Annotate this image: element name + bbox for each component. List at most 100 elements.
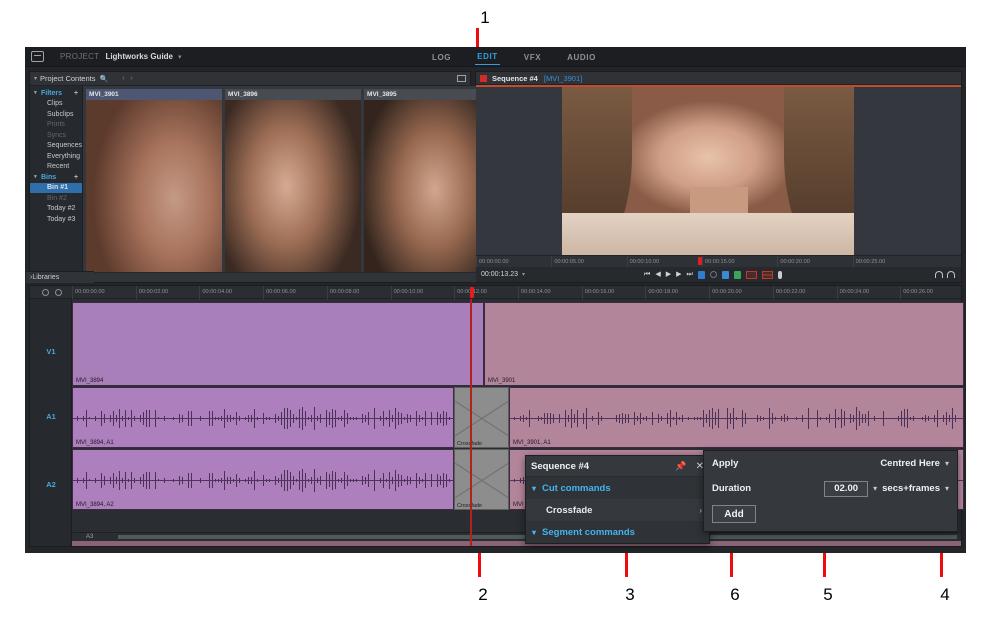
- zoom-out-icon[interactable]: [42, 289, 49, 296]
- tree-item-today-2[interactable]: Today #2: [30, 204, 82, 215]
- tab-audio[interactable]: AUDIO: [565, 50, 598, 65]
- tree-item-sequences[interactable]: Sequences: [30, 141, 82, 152]
- viewer-timecode[interactable]: 00:00:13.23: [481, 271, 518, 278]
- tree-item-prints[interactable]: Prints: [30, 120, 82, 131]
- mark-ring-icon[interactable]: [709, 271, 717, 278]
- waveform-bar: [407, 476, 408, 485]
- waveform-bar: [724, 418, 725, 419]
- voiceover-mic-icon[interactable]: [777, 270, 782, 279]
- tree-item-subclips[interactable]: Subclips: [30, 109, 82, 120]
- skip-to-end-icon[interactable]: ⏭: [686, 271, 692, 278]
- waveform-bar: [913, 416, 914, 421]
- thumbnail-card[interactable]: MVI_3896: [225, 89, 362, 279]
- pin-icon[interactable]: 📌: [675, 461, 686, 472]
- waveform-bar: [173, 417, 174, 420]
- tree-item-bin-1[interactable]: Bin #1: [30, 182, 83, 193]
- chevron-down-icon[interactable]: ▾: [34, 75, 37, 82]
- viewer-timecode-ruler[interactable]: 00:00:00.00 00:00:05.00 00:00:10.00 00:00:1…: [476, 255, 961, 268]
- chevron-down-icon[interactable]: ▾: [178, 53, 182, 61]
- timeline-ruler[interactable]: 00:00:00.00 00:00:02.00 00:00:04.00 00:00:0…: [30, 286, 961, 299]
- project-name[interactable]: Lightworks Guide: [105, 52, 173, 61]
- duration-row: Duration 02.00 ▾ secs+frames ▾: [704, 476, 957, 501]
- timeline-clip[interactable]: MVI_3894: [72, 302, 484, 386]
- waveform-bar: [320, 413, 321, 424]
- tree-item-everything[interactable]: Everything: [30, 151, 82, 162]
- exit-app-icon[interactable]: [31, 51, 44, 62]
- headphone-right-icon[interactable]: [947, 271, 955, 278]
- tree-item-bins[interactable]: ▾ Bins +: [30, 172, 82, 183]
- zoom-in-icon[interactable]: [55, 289, 62, 296]
- search-icon[interactable]: 🔍: [99, 75, 108, 83]
- insert-icon[interactable]: [761, 270, 773, 279]
- chevron-down-icon[interactable]: ▾: [522, 271, 525, 278]
- nav-forward-icon[interactable]: ›: [131, 75, 133, 82]
- tree-item-filters[interactable]: ▾ Filters +: [30, 88, 82, 99]
- tab-edit[interactable]: EDIT: [475, 49, 500, 65]
- waveform-bar: [395, 470, 396, 491]
- chevron-down-icon[interactable]: ▾: [873, 484, 877, 493]
- waveform-bar: [167, 479, 168, 482]
- waveform-bar: [850, 414, 851, 423]
- timeline-clip[interactable]: MVI_3894, A2: [72, 449, 454, 510]
- step-back-icon[interactable]: ◀: [655, 271, 660, 278]
- track-label-a2[interactable]: A2: [30, 480, 72, 489]
- menu-item-crossfade[interactable]: Crossfade ›: [526, 499, 709, 521]
- waveform-bar: [721, 418, 722, 419]
- chevron-down-icon[interactable]: ▾: [945, 459, 949, 468]
- waveform-bar: [92, 479, 93, 482]
- step-forward-icon[interactable]: ▶: [676, 271, 681, 278]
- chevron-down-icon[interactable]: ▾: [945, 484, 949, 493]
- waveform-bar: [134, 416, 135, 421]
- waveform-bar: [251, 415, 252, 422]
- timeline-clip[interactable]: MVI_3901: [484, 302, 964, 386]
- mark-in-icon[interactable]: [697, 270, 705, 279]
- skip-to-start-icon[interactable]: ⏮: [644, 271, 650, 278]
- waveform-bar: [131, 410, 132, 427]
- grid-view-icon[interactable]: [457, 75, 466, 82]
- crossfade-transition[interactable]: Crossfade: [454, 449, 509, 510]
- add-icon[interactable]: +: [74, 90, 78, 97]
- tab-vfx[interactable]: VFX: [522, 50, 543, 65]
- viewer-clip-name[interactable]: [MVI_3901]: [544, 74, 582, 83]
- timeline-playhead-marker[interactable]: [470, 287, 474, 298]
- viewer-stage[interactable]: [476, 85, 961, 255]
- replace-icon[interactable]: [745, 270, 757, 279]
- waveform-bar: [919, 418, 920, 419]
- tree-item-today-3[interactable]: Today #3: [30, 214, 82, 225]
- tree-item-syncs[interactable]: Syncs: [30, 130, 82, 141]
- waveform-bar: [419, 477, 420, 484]
- play-icon[interactable]: ▶: [666, 271, 671, 278]
- menu-group-segment-commands[interactable]: ▾ Segment commands: [526, 521, 709, 543]
- libraries-row[interactable]: › Libraries: [26, 271, 94, 283]
- track-label-v1[interactable]: V1: [30, 347, 72, 356]
- timeline-playhead[interactable]: [470, 299, 472, 546]
- duration-units-value[interactable]: secs+frames: [882, 483, 940, 494]
- add-icon[interactable]: +: [74, 174, 78, 181]
- chevron-down-icon[interactable]: ▾: [34, 174, 39, 180]
- waveform-bar: [691, 418, 692, 419]
- timeline-clip[interactable]: MVI_3901, A1: [509, 387, 964, 448]
- viewer-playhead-marker[interactable]: [698, 257, 702, 265]
- tree-item-recent[interactable]: Recent: [30, 162, 82, 173]
- add-button[interactable]: Add: [712, 505, 756, 523]
- tree-item-bin-2[interactable]: Bin #2: [30, 193, 82, 204]
- tree-item-clips[interactable]: Clips: [30, 99, 82, 110]
- duration-input[interactable]: 02.00: [824, 480, 869, 497]
- track-label-a1[interactable]: A1: [30, 412, 72, 421]
- waveform-bar: [757, 415, 758, 422]
- nav-back-icon[interactable]: ‹: [122, 75, 124, 82]
- mark-out-icon[interactable]: [721, 270, 729, 279]
- chevron-down-icon[interactable]: ▾: [34, 90, 39, 96]
- menu-group-cut-commands[interactable]: ▾ Cut commands: [526, 477, 709, 499]
- apply-position-value[interactable]: Centred Here: [880, 458, 940, 469]
- waveform-bar: [625, 413, 626, 424]
- waveform-bar: [83, 416, 84, 421]
- tab-log[interactable]: LOG: [430, 50, 453, 65]
- waveform-bar: [535, 418, 536, 419]
- mark-green-icon[interactable]: [733, 270, 741, 279]
- headphone-left-icon[interactable]: [935, 271, 943, 278]
- thumbnail-card[interactable]: MVI_3901: [86, 89, 223, 279]
- timeline-clip[interactable]: MVI_3894, A1: [72, 387, 454, 448]
- crossfade-transition[interactable]: Crossfade: [454, 387, 509, 448]
- timeline-scroll-strip[interactable]: [72, 541, 961, 546]
